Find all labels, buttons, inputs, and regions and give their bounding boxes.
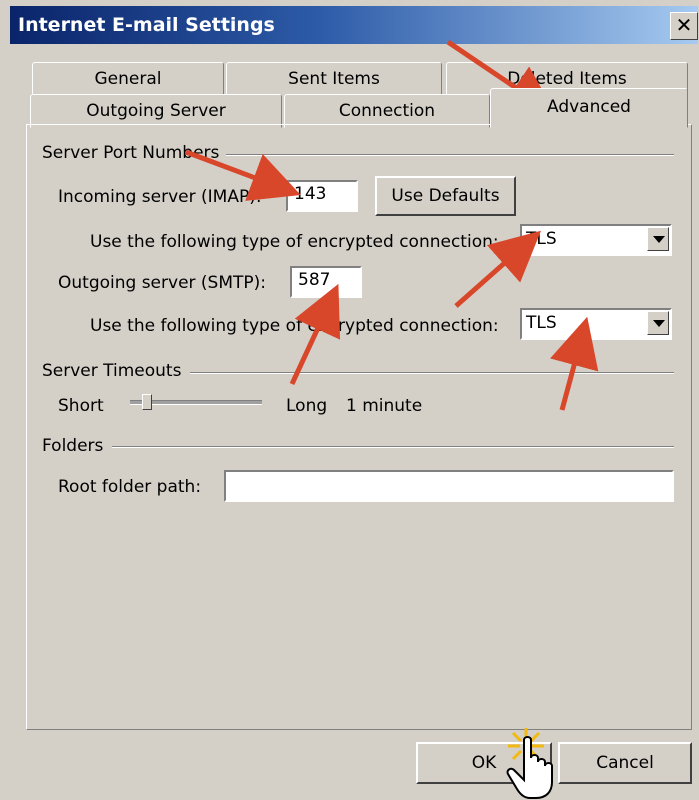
incoming-encryption-label: Use the following type of encrypted conn… bbox=[90, 232, 499, 252]
tab-connection[interactable]: Connection bbox=[284, 94, 490, 128]
group-divider bbox=[190, 372, 674, 374]
tab-outgoing-server[interactable]: Outgoing Server bbox=[30, 94, 282, 128]
tab-label: Advanced bbox=[547, 97, 631, 117]
outgoing-port-input[interactable]: 587 bbox=[290, 266, 362, 298]
tab-general[interactable]: General bbox=[32, 62, 224, 96]
title-bar: Internet E-mail Settings ✕ bbox=[10, 6, 698, 44]
long-label: Long bbox=[286, 396, 328, 416]
cancel-button[interactable]: Cancel bbox=[558, 742, 692, 784]
folders-group-label: Folders bbox=[42, 436, 104, 456]
ok-button[interactable]: OK bbox=[416, 742, 552, 784]
use-defaults-label: Use Defaults bbox=[391, 186, 500, 206]
outgoing-server-label: Outgoing server (SMTP): bbox=[58, 273, 267, 293]
tab-label: General bbox=[94, 69, 162, 89]
root-folder-label: Root folder path: bbox=[58, 477, 202, 497]
tab-sent-items[interactable]: Sent Items bbox=[226, 62, 442, 96]
outgoing-encryption-label: Use the following type of encrypted conn… bbox=[90, 316, 499, 336]
root-folder-input[interactable] bbox=[224, 470, 674, 502]
settings-dialog: Internet E-mail Settings ✕ General Sent … bbox=[0, 0, 699, 800]
ok-label: OK bbox=[471, 753, 497, 773]
dialog-title: Internet E-mail Settings bbox=[18, 14, 275, 36]
server-ports-group-label: Server Port Numbers bbox=[42, 143, 220, 163]
group-divider bbox=[112, 446, 674, 448]
group-divider bbox=[226, 154, 674, 156]
outgoing-encryption-select[interactable]: TLS bbox=[520, 308, 672, 340]
incoming-encryption-select[interactable]: TLS bbox=[520, 224, 672, 256]
incoming-port-value: 143 bbox=[294, 184, 327, 204]
tab-label: Sent Items bbox=[288, 69, 380, 89]
tab-advanced[interactable]: Advanced bbox=[490, 88, 688, 128]
timeouts-group-label: Server Timeouts bbox=[42, 361, 182, 381]
short-label: Short bbox=[58, 396, 104, 416]
tab-label: Outgoing Server bbox=[86, 101, 226, 121]
incoming-port-input[interactable]: 143 bbox=[286, 180, 358, 212]
close-button[interactable]: ✕ bbox=[670, 12, 698, 40]
use-defaults-button[interactable]: Use Defaults bbox=[375, 176, 516, 216]
outgoing-encryption-value: TLS bbox=[526, 313, 557, 333]
incoming-server-label: Incoming server (IMAP): bbox=[58, 187, 262, 207]
timeout-value-label: 1 minute bbox=[346, 396, 423, 416]
outgoing-port-value: 587 bbox=[298, 270, 331, 290]
chevron-down-icon[interactable] bbox=[647, 227, 669, 251]
incoming-encryption-value: TLS bbox=[526, 229, 557, 249]
tab-label: Connection bbox=[338, 101, 436, 121]
timeout-slider-thumb[interactable] bbox=[141, 394, 152, 410]
tab-label: Deleted Items bbox=[507, 69, 627, 89]
advanced-panel bbox=[26, 124, 692, 730]
cancel-label: Cancel bbox=[596, 753, 654, 773]
chevron-down-icon[interactable] bbox=[647, 311, 669, 335]
